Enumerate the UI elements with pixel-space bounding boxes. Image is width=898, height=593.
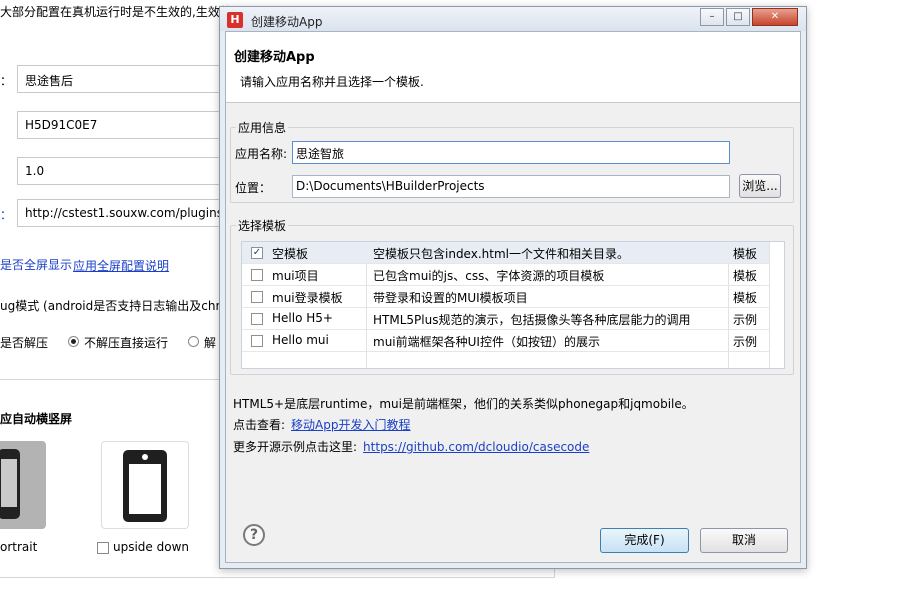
section-divider	[0, 379, 220, 380]
table-row[interactable]: Hello mui mui前端框架各种UI控件（如按钮）的展示 示例	[242, 330, 769, 352]
app-info-group-label: 应用信息	[236, 119, 289, 136]
dialog-subheading: 请输入应用名称并且选择一个模板.	[240, 75, 424, 89]
tutorial-label: 点击查看:	[233, 418, 286, 432]
template-type: 示例	[733, 313, 758, 327]
template-type: 示例	[733, 335, 758, 349]
help-icon[interactable]: ?	[243, 524, 265, 546]
entry-url-input[interactable]: http://cstest1.souxw.com/plugins/	[17, 199, 227, 227]
app-name-input[interactable]: 思途售后	[17, 65, 227, 93]
portrait-label: ortrait	[0, 540, 38, 554]
table-row[interactable]: mui项目 已包含mui的js、css、字体资源的项目模板 模板	[242, 264, 769, 286]
template-name: mui项目	[272, 269, 319, 283]
unzip-radio-extract[interactable]	[188, 336, 199, 347]
create-app-dialog: H 创建移动App – □ ✕ 创建移动App 请输入应用名称并且选择一个模板.…	[219, 6, 807, 569]
tutorial-link[interactable]: 移动App开发入门教程	[291, 418, 410, 432]
table-row[interactable]: Hello H5+ HTML5Plus规范的演示，包括摄像头等各种底层能力的调用…	[242, 308, 769, 330]
template-checkbox[interactable]	[251, 269, 263, 281]
template-checkbox[interactable]	[251, 313, 263, 325]
dialog-header: 创建移动App 请输入应用名称并且选择一个模板.	[226, 32, 800, 103]
info-line-runtime: HTML5+是底层runtime，mui是前端框架，他们的关系类似phonega…	[233, 397, 694, 411]
template-checkbox[interactable]	[251, 291, 263, 303]
info-line-examples: 更多开源示例点击这里: https://github.com/dcloudio/c…	[233, 438, 589, 455]
template-name: 空模板	[272, 247, 309, 261]
browse-button[interactable]: 浏览...	[739, 174, 781, 198]
template-type: 模板	[733, 247, 758, 261]
version-input[interactable]: 1.0	[17, 157, 227, 185]
hbuilder-logo-icon: H	[227, 12, 243, 28]
top-note: 大部分配置在真机运行时是不生效的,生效的	[0, 5, 232, 19]
template-name: Hello mui	[272, 333, 329, 347]
template-checkbox[interactable]: ✓	[251, 247, 263, 259]
unzip-radio-no-extract[interactable]	[68, 336, 79, 347]
maximize-button[interactable]: □	[726, 8, 750, 26]
template-desc: 已包含mui的js、css、字体资源的项目模板	[373, 269, 605, 283]
unzip-option-no-extract: 不解压直接运行	[84, 336, 169, 350]
fullscreen-text: 是否全屏显示	[0, 258, 73, 272]
examples-label: 更多开源示例点击这里:	[233, 440, 358, 454]
template-group-label: 选择模板	[236, 217, 289, 234]
location-input[interactable]: D:\Documents\HBuilderProjects	[292, 175, 730, 198]
dialog-heading: 创建移动App	[234, 50, 315, 65]
template-name: Hello H5+	[272, 311, 333, 325]
name-label-fragment: ：	[0, 74, 13, 88]
template-desc: 空模板只包含index.html一个文件和相关目录。	[373, 247, 629, 261]
upside-down-option[interactable]	[101, 441, 189, 529]
table-row[interactable]: mui登录模板 带登录和设置的MUI模板项目 模板	[242, 286, 769, 308]
unzip-option-extract: 解	[204, 336, 217, 350]
minimize-button[interactable]: –	[700, 8, 724, 26]
app-name-input[interactable]: 思途智旅	[292, 141, 730, 164]
template-type: 模板	[733, 291, 758, 305]
upside-down-label: upside down	[113, 540, 190, 554]
table-row[interactable]: ✓ 空模板 空模板只包含index.html一个文件和相关目录。 模板	[242, 242, 769, 264]
template-checkbox[interactable]	[251, 335, 263, 347]
bottom-border	[0, 577, 555, 578]
cancel-button[interactable]: 取消	[700, 528, 788, 553]
template-table: ✓ 空模板 空模板只包含index.html一个文件和相关目录。 模板 mui项…	[241, 241, 785, 369]
dialog-title: 创建移动App	[251, 15, 323, 29]
finish-button[interactable]: 完成(F)	[600, 528, 689, 553]
dialog-body: 创建移动App 请输入应用名称并且选择一个模板. 应用信息 应用名称: 思途智旅…	[225, 31, 801, 563]
upside-down-checkbox[interactable]	[97, 542, 109, 554]
location-label: 位置：	[235, 181, 272, 195]
examples-link[interactable]: https://github.com/dcloudio/casecode	[363, 440, 589, 454]
dialog-titlebar[interactable]: H 创建移动App – □ ✕	[220, 7, 806, 31]
unzip-label: 是否解压	[0, 336, 49, 350]
orientation-heading: 应自动横竖屏	[0, 412, 73, 426]
close-button[interactable]: ✕	[752, 8, 798, 26]
portrait-phone-icon	[0, 449, 20, 519]
app-name-label: 应用名称:	[235, 147, 288, 161]
debug-mode-text: ug模式 (android是否支持日志输出及chro	[0, 299, 228, 313]
template-name: mui登录模板	[272, 291, 343, 305]
appid-input[interactable]: H5D91C0E7	[17, 111, 227, 139]
template-desc: 带登录和设置的MUI模板项目	[373, 291, 528, 305]
url-label-fragment: ：	[0, 208, 13, 222]
portrait-option[interactable]	[0, 441, 46, 529]
template-desc: HTML5Plus规范的演示，包括摄像头等各种底层能力的调用	[373, 313, 691, 327]
template-desc: mui前端框架各种UI控件（如按钮）的展示	[373, 335, 600, 349]
info-line-tutorial: 点击查看: 移动App开发入门教程	[233, 416, 411, 433]
upside-down-phone-icon	[123, 450, 167, 522]
fullscreen-config-link[interactable]: 应用全屏配置说明	[73, 257, 169, 274]
template-type: 模板	[733, 269, 758, 283]
